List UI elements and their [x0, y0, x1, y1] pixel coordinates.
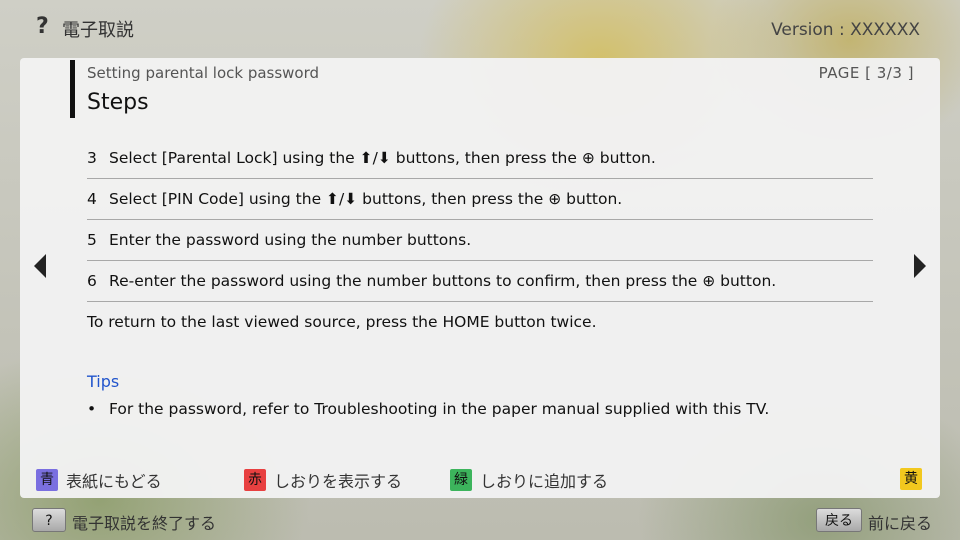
red-button-icon: 赤: [244, 469, 266, 491]
step-item: 4 Select [PIN Code] using the ⬆/⬇ button…: [87, 179, 873, 220]
green-button-icon: 緑: [450, 469, 472, 491]
step-text: Enter the password using the number butt…: [109, 231, 472, 249]
red-key-label: しおりを表示する: [274, 472, 403, 491]
step-item: 3 Select [Parental Lock] using the ⬆/⬇ b…: [87, 138, 873, 179]
step-text: Select [PIN Code] using the ⬆/⬇ buttons,…: [109, 190, 623, 208]
red-key-bookmark-list[interactable]: 赤 しおりを表示する: [244, 468, 402, 492]
page-indicator: PAGE [ 3/3 ]: [818, 64, 914, 82]
green-key-label: しおりに追加する: [480, 472, 609, 491]
step-number: 6: [87, 272, 97, 290]
manual-panel: Setting parental lock password PAGE [ 3/…: [20, 58, 940, 498]
app-title: 電子取説: [62, 20, 134, 41]
step-item: 6 Re-enter the password using the number…: [87, 261, 873, 302]
page-title: Steps: [87, 90, 149, 115]
section-subtitle: Setting parental lock password: [87, 64, 320, 82]
step-number: 4: [87, 190, 97, 208]
back-label: 前に戻る: [868, 514, 933, 533]
blue-button-icon: 青: [36, 469, 58, 491]
blue-key-label: 表紙にもどる: [66, 472, 162, 491]
tip-item: • For the password, refer to Troubleshoo…: [87, 400, 769, 418]
exit-manual-label: 電子取説を終了する: [72, 514, 217, 533]
yellow-button-icon: 黄: [900, 468, 922, 490]
step-number: 3: [87, 149, 97, 167]
tip-text: For the password, refer to Troubleshooti…: [109, 400, 770, 418]
help-icon: ?: [36, 14, 49, 39]
bullet-icon: •: [87, 400, 97, 418]
version-label: Version : XXXXXX: [771, 20, 920, 40]
step-item: 5 Enter the password using the number bu…: [87, 220, 873, 261]
title-accent-bar: [70, 60, 75, 118]
next-page-arrow-icon[interactable]: [914, 254, 926, 278]
previous-page-arrow-icon[interactable]: [34, 254, 46, 278]
back-button[interactable]: 戻る: [816, 508, 862, 532]
bottom-bar: ? 電子取説を終了する 戻る 前に戻る: [0, 502, 960, 540]
help-button[interactable]: ?: [32, 508, 66, 532]
green-key-add-bookmark[interactable]: 緑 しおりに追加する: [450, 468, 608, 492]
yellow-key[interactable]: 黄: [900, 468, 930, 490]
step-text: Re-enter the password using the number b…: [109, 272, 777, 290]
top-bar: ? 電子取説 Version : XXXXXX: [0, 0, 960, 58]
step-text: Select [Parental Lock] using the ⬆/⬇ but…: [109, 149, 656, 167]
step-number: 5: [87, 231, 97, 249]
steps-list: 3 Select [Parental Lock] using the ⬆/⬇ b…: [87, 138, 873, 302]
tips-heading: Tips: [87, 372, 120, 391]
blue-key-cover[interactable]: 青 表紙にもどる: [36, 468, 162, 492]
return-note: To return to the last viewed source, pre…: [87, 313, 597, 331]
